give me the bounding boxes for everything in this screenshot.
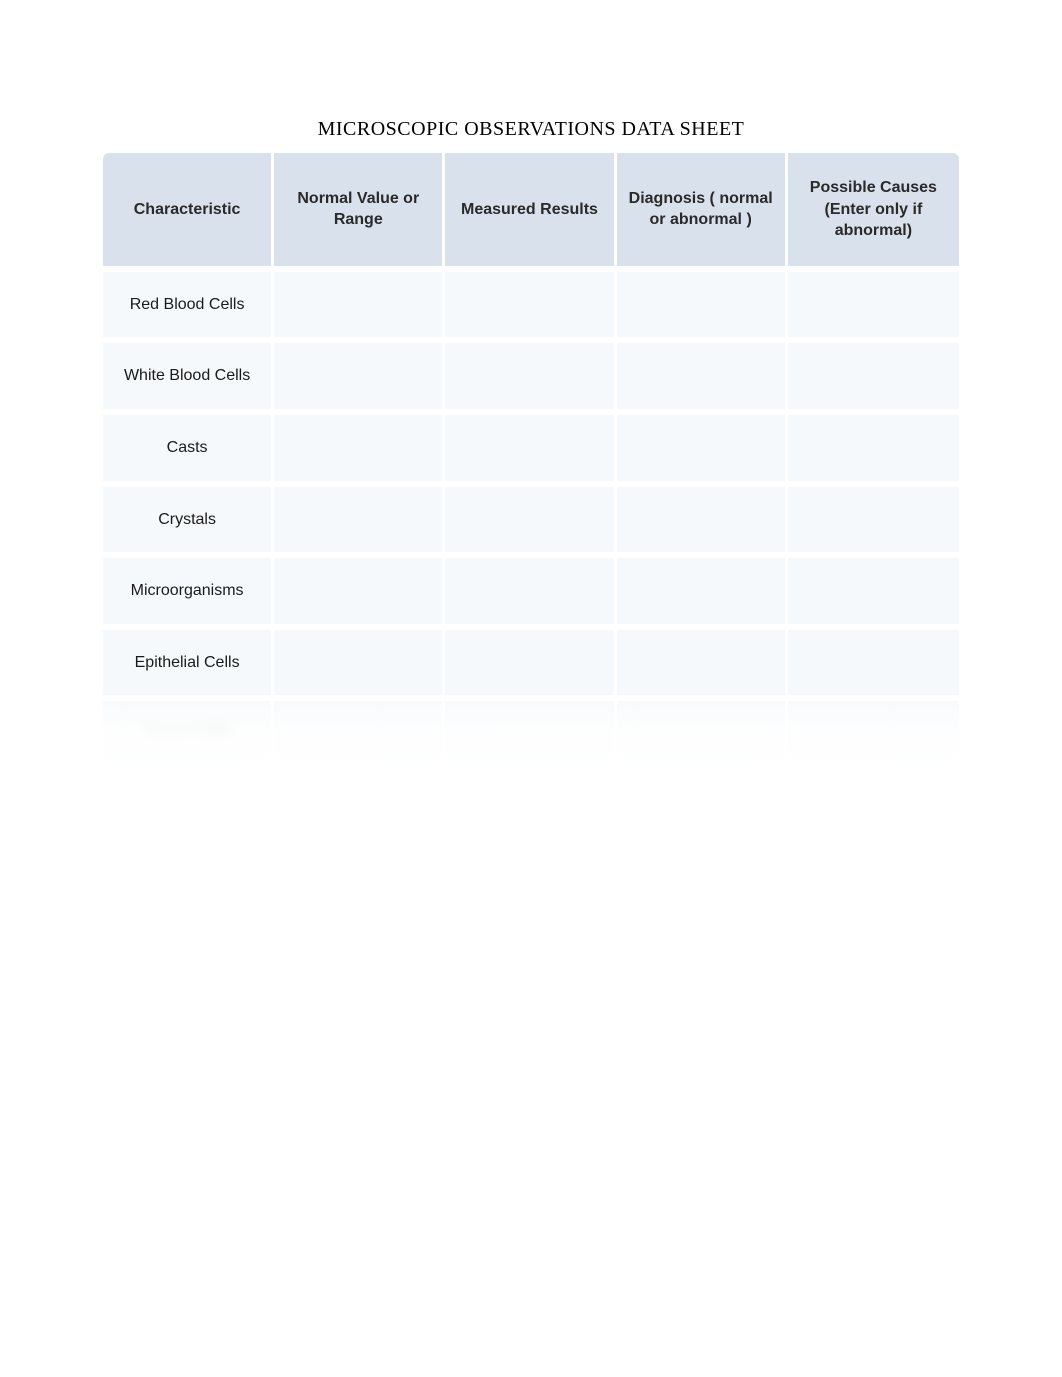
cell-measured[interactable] [445, 272, 616, 344]
cell-causes[interactable] [788, 630, 959, 702]
cell-characteristic: Red Blood Cells [103, 272, 274, 344]
cell-normal-value[interactable] [274, 701, 445, 767]
cell-diagnosis[interactable] [617, 487, 788, 559]
header-characteristic: Characteristic [103, 153, 274, 272]
page-title: MICROSCOPIC OBSERVATIONS DATA SHEET [0, 0, 1062, 153]
cell-characteristic: Crystals [103, 487, 274, 559]
cell-characteristic: Casts [103, 415, 274, 487]
cell-diagnosis[interactable] [617, 415, 788, 487]
table-row: Casts [103, 415, 959, 487]
cell-measured[interactable] [445, 701, 616, 767]
table-header-row: Characteristic Normal Value or Range Mea… [103, 153, 959, 272]
cell-measured[interactable] [445, 630, 616, 702]
observations-table: Characteristic Normal Value or Range Mea… [103, 153, 959, 767]
cell-measured[interactable] [445, 415, 616, 487]
cell-causes[interactable] [788, 487, 959, 559]
table-row: White Blood Cells [103, 343, 959, 415]
table-row: Crystals [103, 487, 959, 559]
cell-measured[interactable] [445, 558, 616, 630]
cell-normal-value[interactable] [274, 630, 445, 702]
cell-causes[interactable] [788, 701, 959, 767]
cell-causes[interactable] [788, 343, 959, 415]
cell-normal-value[interactable] [274, 558, 445, 630]
data-table-container: Characteristic Normal Value or Range Mea… [103, 153, 959, 767]
header-possible-causes: Possible Causes (Enter only if abnormal) [788, 153, 959, 272]
cell-normal-value[interactable] [274, 343, 445, 415]
cell-characteristic: Tumor Cells [103, 701, 274, 767]
cell-causes[interactable] [788, 415, 959, 487]
cell-measured[interactable] [445, 487, 616, 559]
cell-characteristic: Microorganisms [103, 558, 274, 630]
table-row: Epithelial Cells [103, 630, 959, 702]
cell-normal-value[interactable] [274, 272, 445, 344]
cell-diagnosis[interactable] [617, 343, 788, 415]
cell-characteristic: Epithelial Cells [103, 630, 274, 702]
cell-diagnosis[interactable] [617, 701, 788, 767]
cell-diagnosis[interactable] [617, 630, 788, 702]
cell-diagnosis[interactable] [617, 558, 788, 630]
cell-normal-value[interactable] [274, 487, 445, 559]
cell-characteristic: White Blood Cells [103, 343, 274, 415]
cell-normal-value[interactable] [274, 415, 445, 487]
cell-measured[interactable] [445, 343, 616, 415]
cell-causes[interactable] [788, 272, 959, 344]
table-row: Microorganisms [103, 558, 959, 630]
header-diagnosis: Diagnosis ( normal or abnormal ) [617, 153, 788, 272]
table-row: Red Blood Cells [103, 272, 959, 344]
table-row: Tumor Cells [103, 701, 959, 767]
header-measured-results: Measured Results [445, 153, 616, 272]
cell-causes[interactable] [788, 558, 959, 630]
header-normal-value: Normal Value or Range [274, 153, 445, 272]
cell-diagnosis[interactable] [617, 272, 788, 344]
